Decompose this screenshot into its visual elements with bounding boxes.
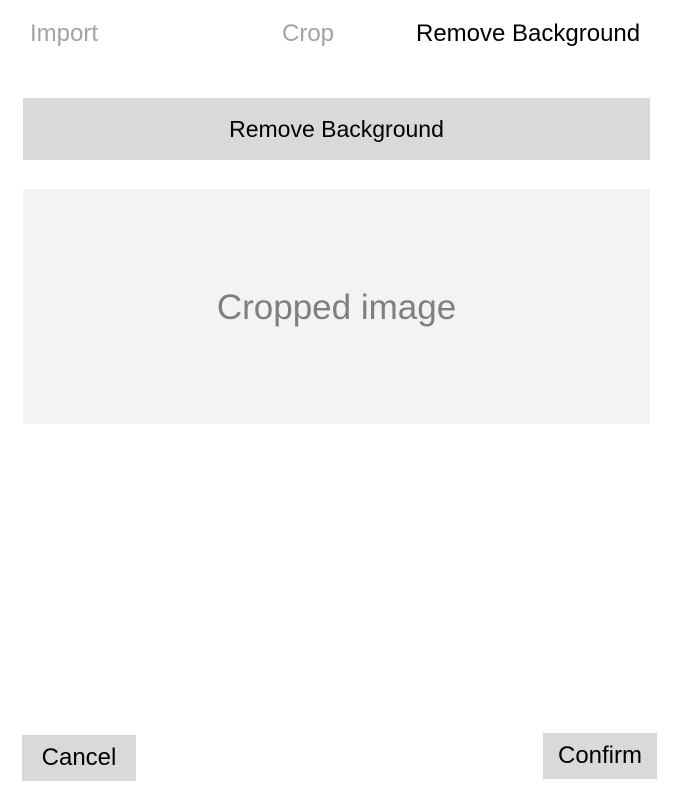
remove-background-button[interactable]: Remove Background [23,98,650,160]
confirm-button[interactable]: Confirm [543,733,657,779]
cancel-button[interactable]: Cancel [22,735,136,781]
step-remove-background[interactable]: Remove Background [416,20,640,48]
image-placeholder-label: Cropped image [216,287,457,327]
cropped-image-preview: Cropped image [23,189,650,424]
step-import[interactable]: Import [30,20,98,48]
step-crop[interactable]: Crop [282,20,334,48]
